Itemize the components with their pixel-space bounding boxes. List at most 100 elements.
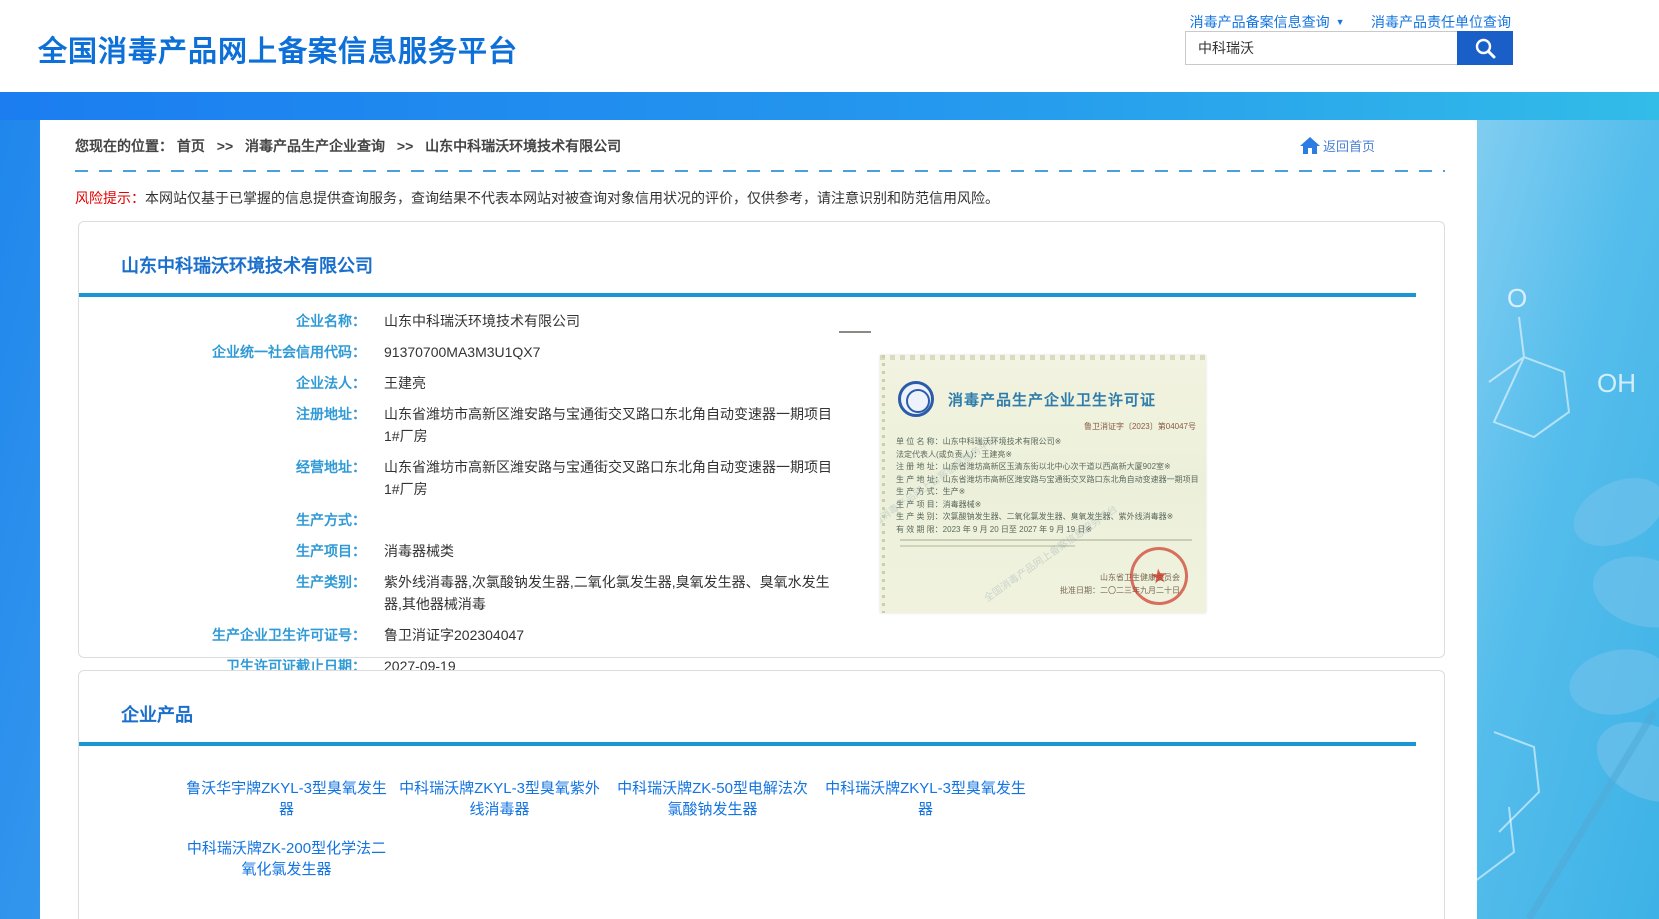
certificate-line-label: 生 产 方 式：: [896, 487, 943, 496]
field-value: 山东省潍坊市高新区潍安路与宝通街交叉路口东北角自动变速器一期项目1#厂房: [384, 403, 844, 447]
breadcrumb-prefix: 您现在的位置：: [75, 138, 173, 154]
certificate-line-label: 生 产 类 别：: [896, 512, 943, 521]
certificate-line: 生 产 项 目：消毒器械※: [896, 499, 1198, 512]
field-label: 生产方式：: [79, 509, 366, 531]
certificate-fine-print: [900, 539, 1192, 548]
certificate-line-value: 王建亮※: [981, 450, 1012, 459]
risk-notice-text: 本网站仅基于已掌握的信息提供查询服务，查询结果不代表本网站对被查询对象信用状况的…: [145, 190, 999, 206]
field-row-production-category: 生产类别： 紫外线消毒器,次氯酸钠发生器,二氧化氯发生器,臭氧发生器、臭氧水发生…: [79, 571, 1444, 615]
field-value: 山东中科瑞沃环境技术有限公司: [384, 310, 580, 332]
field-row-credit-code: 企业统一社会信用代码： 91370700MA3M3U1QX7: [79, 341, 1444, 363]
certificate-line-label: 有 效 期 限：: [896, 525, 943, 534]
field-label: 生产企业卫生许可证号：: [79, 624, 366, 646]
dashed-divider: [75, 170, 1445, 172]
certificate-line-value: 山东省潍坊市高新区潍安路与宝通街交叉路口东北角自动变速器一期项目1#厂房: [943, 475, 1198, 484]
field-value: 紫外线消毒器,次氯酸钠发生器,二氧化氯发生器,臭氧发生器、臭氧水发生器,其他器械…: [384, 571, 844, 615]
certificate-line-label: 法定代表人(或负责人)：: [896, 450, 981, 459]
breadcrumb-separator: >>: [397, 138, 413, 154]
field-value: 王建亮: [384, 372, 426, 394]
breadcrumb-company-query-link[interactable]: 消毒产品生产企业查询: [245, 138, 385, 154]
certificate-line-value: 2023 年 9 月 20 日至 2027 年 9 月 19 日※: [943, 525, 1092, 534]
certificate-scan-artifact: [839, 331, 871, 333]
certificate-lines: 单 位 名 称：山东中科瑞沃环境技术有限公司※ 法定代表人(或负责人)：王建亮※…: [896, 436, 1198, 536]
field-label: 经营地址：: [79, 456, 366, 500]
certificate-line: 法定代表人(或负责人)：王建亮※: [896, 449, 1198, 462]
field-value: 鲁卫消证字202304047: [384, 624, 524, 646]
certificate-title: 消毒产品生产企业卫生许可证: [948, 389, 1156, 410]
certificate-line-label: 生 产 项 目：: [896, 500, 943, 509]
home-icon: [1299, 136, 1321, 155]
product-link[interactable]: 鲁沃华宇牌ZKYL-3型臭氧发生器: [184, 778, 389, 820]
seal-star: ★: [1148, 562, 1169, 589]
nav-record-info-query-label: 消毒产品备案信息查询: [1190, 14, 1330, 30]
field-row-company-name: 企业名称： 山东中科瑞沃环境技术有限公司: [79, 310, 1444, 332]
card-title-rule: [79, 742, 1416, 746]
field-value: 91370700MA3M3U1QX7: [384, 341, 540, 363]
product-link[interactable]: 中科瑞沃牌ZKYL-3型臭氧发生器: [823, 778, 1028, 820]
field-value: 山东省潍坊市高新区潍安路与宝通街交叉路口东北角自动变速器一期项目1#厂房: [384, 456, 844, 500]
top-nav: 消毒产品备案信息查询▼ 消毒产品责任单位查询: [1168, 12, 1511, 32]
certificate-line-value: 山东中科瑞沃环境技术有限公司※: [943, 437, 1062, 446]
certificate-line-value: 山东省潍坊高新区玉清东街以北中心次干道以西高新大厦902室※: [943, 462, 1171, 471]
certificate-line: 有 效 期 限：2023 年 9 月 20 日至 2027 年 9 月 19 日…: [896, 524, 1198, 537]
chemistry-decor-icon: O OH: [1469, 92, 1659, 919]
field-row-license-number: 生产企业卫生许可证号： 鲁卫消证字202304047: [79, 624, 1444, 646]
site-header: 全国消毒产品网上备案信息服务平台 消毒产品备案信息查询▼ 消毒产品责任单位查询: [0, 0, 1659, 92]
product-link[interactable]: 中科瑞沃牌ZK-200型化学法二氧化氯发生器: [184, 838, 389, 880]
search-button[interactable]: [1457, 31, 1513, 65]
certificate-line-value: 消毒器械※: [943, 500, 982, 509]
content-panel: 您现在的位置： 首页 >> 消毒产品生产企业查询 >> 山东中科瑞沃环境技术有限…: [40, 120, 1477, 919]
field-label: 企业法人：: [79, 372, 366, 394]
field-label: 企业统一社会信用代码：: [79, 341, 366, 363]
field-label: 生产项目：: [79, 540, 366, 562]
search-icon: [1474, 37, 1496, 59]
product-link[interactable]: 中科瑞沃牌ZK-50型电解法次氯酸钠发生器: [610, 778, 815, 820]
certificate-perforation: [882, 355, 885, 613]
field-row-legal-person: 企业法人： 王建亮: [79, 372, 1444, 394]
certificate-line: 生 产 方 式：生产※: [896, 486, 1198, 499]
red-seal-icon: ★: [1126, 543, 1192, 609]
back-home-label: 返回首页: [1323, 136, 1375, 155]
certificate-line-value: 生产※: [943, 487, 966, 496]
certificate-emblem-icon: [898, 381, 934, 417]
products-card-title: 企业产品: [121, 701, 1444, 727]
search-input[interactable]: [1185, 31, 1457, 65]
search-bar: [1185, 31, 1513, 65]
svg-text:O: O: [1507, 283, 1527, 313]
field-row-business-address: 经营地址： 山东省潍坊市高新区潍安路与宝通街交叉路口东北角自动变速器一期项目1#…: [79, 456, 1444, 500]
field-value: 消毒器械类: [384, 540, 454, 562]
certificate-deckle-edge: [880, 355, 1206, 360]
field-label: 企业名称：: [79, 310, 366, 332]
field-row-production-mode: 生产方式：: [79, 509, 1444, 531]
company-info-card: 山东中科瑞沃环境技术有限公司 企业名称： 山东中科瑞沃环境技术有限公司 企业统一…: [78, 221, 1445, 658]
certificate-number: 鲁卫消证字〔2023〕第04047号: [880, 421, 1196, 432]
certificate-line-label: 单 位 名 称：: [896, 437, 943, 446]
certificate-line: 生 产 类 别：次氯酸钠发生器、二氧化氯发生器、臭氧发生器、紫外线消毒器※: [896, 511, 1198, 524]
field-row-registered-address: 注册地址： 山东省潍坊市高新区潍安路与宝通街交叉路口东北角自动变速器一期项目1#…: [79, 403, 1444, 447]
card-title-rule: [79, 293, 1416, 297]
license-certificate-image: 全国消毒产品网上备案信息服务平台 全国消毒产品网上备案信息服务平台 消毒产品生产…: [880, 355, 1206, 613]
breadcrumb-home-link[interactable]: 首页: [177, 138, 205, 154]
field-label: 生产类别：: [79, 571, 366, 615]
nav-record-info-query[interactable]: 消毒产品备案信息查询▼: [1190, 14, 1345, 30]
field-label: 注册地址：: [79, 403, 366, 447]
header-band: [0, 92, 1659, 120]
product-list: 鲁沃华宇牌ZKYL-3型臭氧发生器 中科瑞沃牌ZKYL-3型臭氧紫外线消毒器 中…: [184, 778, 1084, 898]
certificate-line-label: 生 产 地 址：: [896, 475, 943, 484]
certificate-line-label: 注 册 地 址：: [896, 462, 943, 471]
page: O OH 全国消毒产品网上备案信息服务平台 消毒产品备案信息查询▼ 消毒产品责任…: [0, 0, 1659, 919]
breadcrumb-separator: >>: [217, 138, 233, 154]
certificate-line: 注 册 地 址：山东省潍坊高新区玉清东街以北中心次干道以西高新大厦902室※: [896, 461, 1198, 474]
risk-notice: 风险提示：本网站仅基于已掌握的信息提供查询服务，查询结果不代表本网站对被查询对象…: [75, 188, 1445, 208]
field-row-production-project: 生产项目： 消毒器械类: [79, 540, 1444, 562]
risk-notice-label: 风险提示：: [75, 190, 145, 206]
site-title: 全国消毒产品网上备案信息服务平台: [38, 28, 518, 70]
product-link[interactable]: 中科瑞沃牌ZKYL-3型臭氧紫外线消毒器: [397, 778, 602, 820]
company-fields: 企业名称： 山东中科瑞沃环境技术有限公司 企业统一社会信用代码： 9137070…: [79, 310, 1444, 677]
certificate-line-value: 次氯酸钠发生器、二氧化氯发生器、臭氧发生器、紫外线消毒器※: [943, 512, 1174, 521]
breadcrumb-current-page: 山东中科瑞沃环境技术有限公司: [425, 138, 621, 154]
breadcrumb: 您现在的位置： 首页 >> 消毒产品生产企业查询 >> 山东中科瑞沃环境技术有限…: [75, 136, 1445, 156]
nav-responsible-unit-query[interactable]: 消毒产品责任单位查询: [1371, 14, 1511, 30]
back-home-link[interactable]: 返回首页: [1299, 136, 1375, 155]
certificate-line: 单 位 名 称：山东中科瑞沃环境技术有限公司※: [896, 436, 1198, 449]
